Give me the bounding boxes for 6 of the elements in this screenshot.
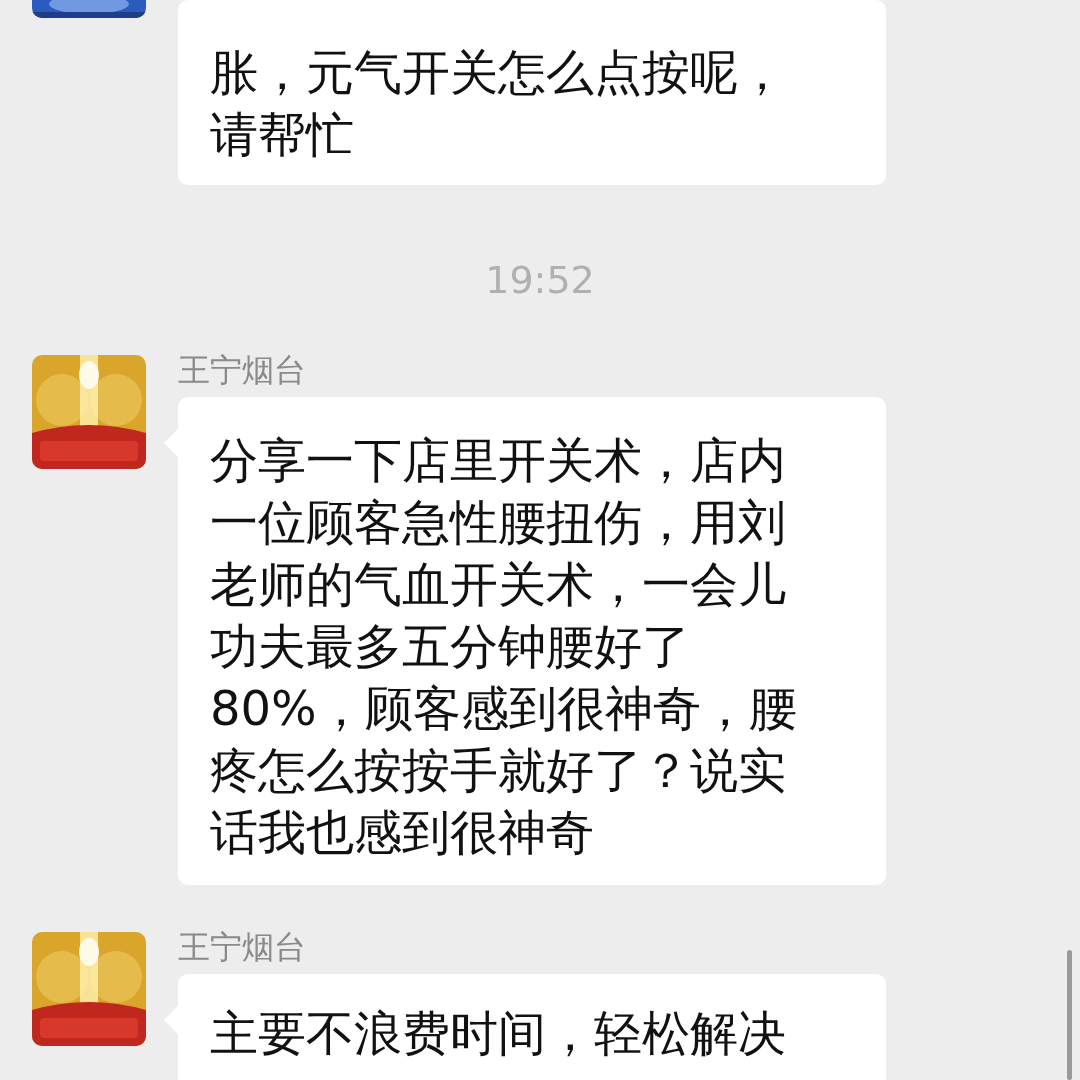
message-text: 分享一下店里开关术，店内一位顾客急性腰扭伤，用刘老师的气血开关术，一会儿功夫最多五分钟腰好了80%，顾客感到很神奇，腰疼怎么按按手就好了？说实话我也感到很神奇	[210, 431, 798, 862]
sender-name: 王宁烟台	[178, 350, 306, 390]
message-text: 胀，元气开关怎么点按呢，请帮忙	[210, 43, 787, 164]
timestamp: 19:52	[485, 258, 595, 302]
message-text: 主要不浪费时间，轻松解决	[210, 1004, 787, 1063]
sender-name: 王宁烟台	[178, 927, 306, 967]
